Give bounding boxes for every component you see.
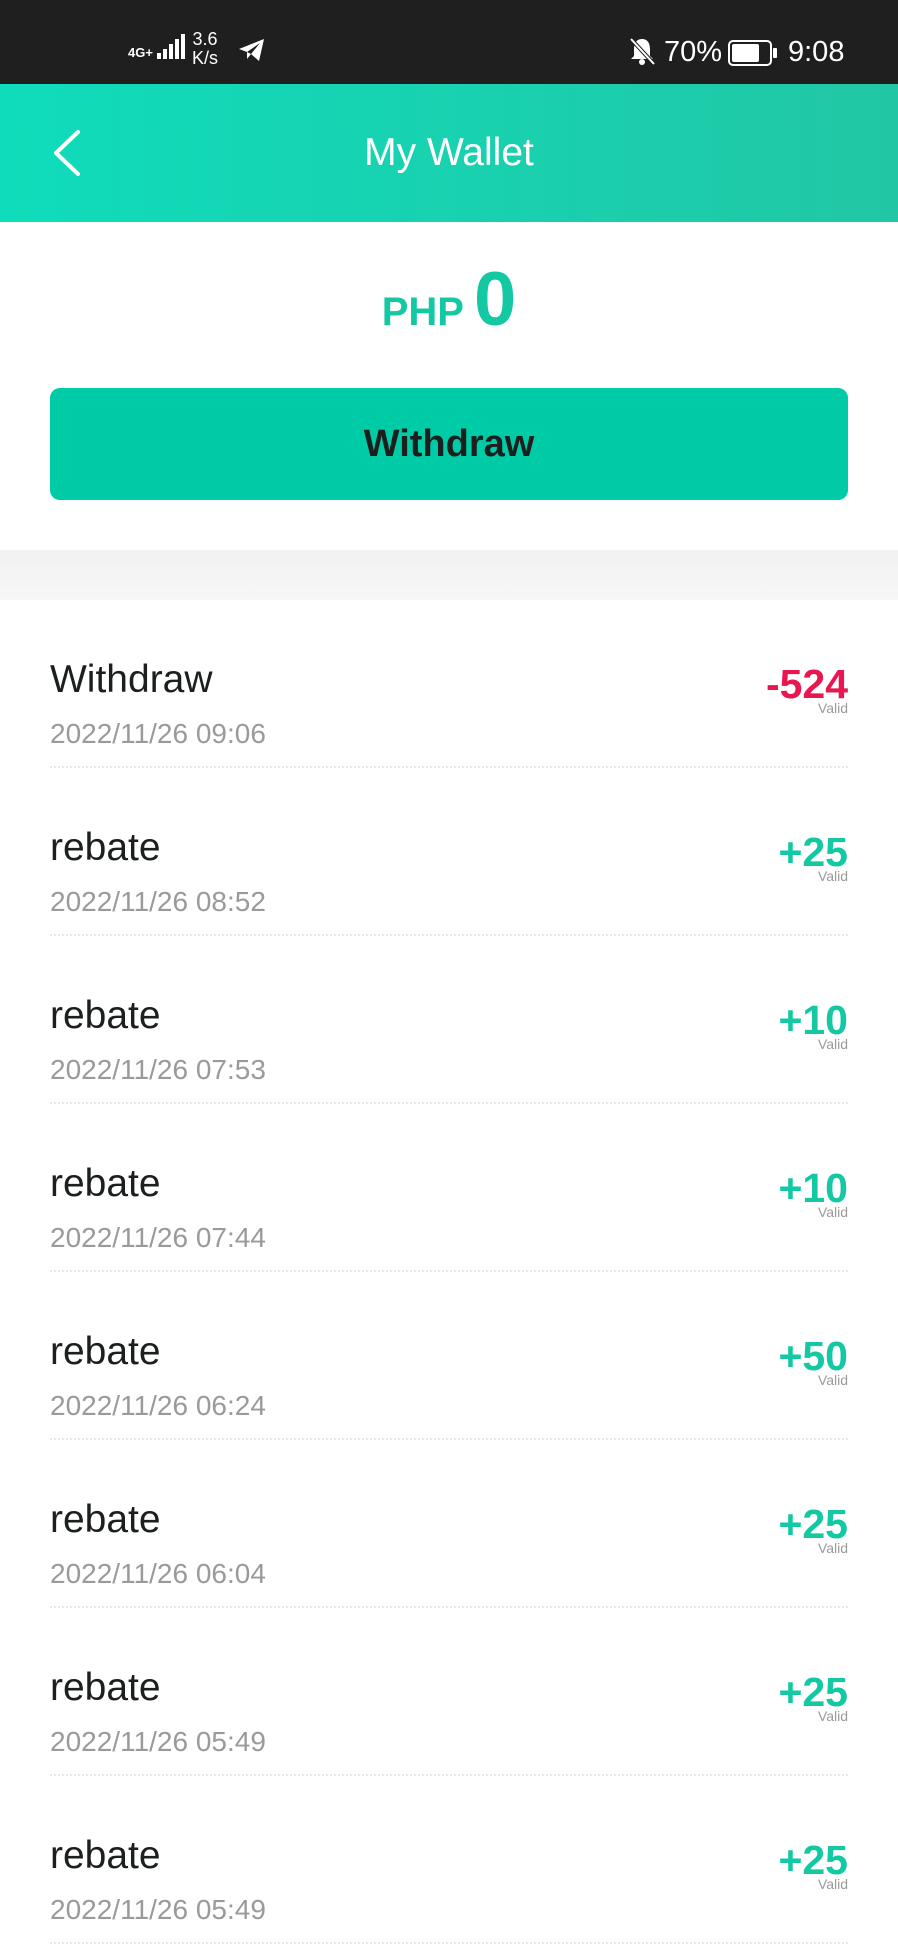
list-item[interactable]: rebate 2022/11/26 05:49 +25 Valid [0,1776,898,1944]
transaction-time: 2022/11/26 06:24 [50,1390,266,1421]
withdraw-button[interactable]: Withdraw [50,388,848,500]
list-item[interactable]: Withdraw 2022/11/26 09:06 -524 Valid [0,600,898,768]
balance-amount: 0 [473,257,517,342]
telegram-icon [239,39,264,61]
list-item[interactable]: rebate 2022/11/26 07:53 +10 Valid [0,936,898,1104]
transaction-status: Valid [817,1372,848,1388]
transaction-status: Valid [817,1036,848,1052]
list-item[interactable]: rebate 2022/11/26 07:44 +10 Valid [0,1104,898,1272]
transaction-time: 2022/11/26 06:04 [50,1558,266,1589]
transaction-title: rebate [50,826,161,869]
battery-icon [728,40,777,66]
transaction-status: Valid [817,700,848,716]
transaction-list: Withdraw 2022/11/26 09:06 -524 Valid reb… [0,600,898,1944]
app-header: My Wallet [0,84,898,222]
transaction-status: Valid [817,1540,848,1556]
transaction-title: rebate [50,1162,161,1205]
transaction-time: 2022/11/26 05:49 [50,1894,266,1925]
wallet-balance: PHP 0 [0,222,898,352]
transaction-title: rebate [50,1666,161,1709]
battery-percent: 70% [664,36,723,68]
list-item[interactable]: rebate 2022/11/26 05:49 +25 Valid [0,1608,898,1776]
transaction-status: Valid [817,1708,848,1724]
signal-icon: 4G+ [128,34,185,59]
list-item[interactable]: rebate 2022/11/26 06:04 +25 Valid [0,1440,898,1608]
transaction-time: 2022/11/26 09:06 [50,718,266,749]
transaction-status: Valid [817,1204,848,1220]
transaction-time: 2022/11/26 05:49 [50,1726,266,1757]
network-type: 4G+ [128,45,153,60]
list-item[interactable]: rebate 2022/11/26 08:52 +25 Valid [0,768,898,936]
transaction-time: 2022/11/26 07:44 [50,1222,266,1253]
transaction-status: Valid [817,1876,848,1892]
list-item[interactable]: rebate 2022/11/26 06:24 +50 Valid [0,1272,898,1440]
balance-currency: PHP [381,290,464,334]
transaction-status: Valid [817,868,848,884]
status-bar: 4G+ 3.6 K/s 70% 9:08 [0,0,898,84]
transaction-title: Withdraw [50,658,213,701]
transaction-title: rebate [50,994,161,1037]
transaction-title: rebate [50,1330,161,1373]
clock: 9:08 [788,36,845,68]
transaction-title: rebate [50,1498,161,1541]
transaction-title: rebate [50,1834,161,1877]
bell-off-icon [629,37,656,66]
network-speed: 3.6 K/s [192,29,219,68]
section-divider [0,550,898,600]
page-title: My Wallet [364,131,534,174]
transaction-time: 2022/11/26 08:52 [50,886,266,917]
transaction-time: 2022/11/26 07:53 [50,1054,266,1085]
